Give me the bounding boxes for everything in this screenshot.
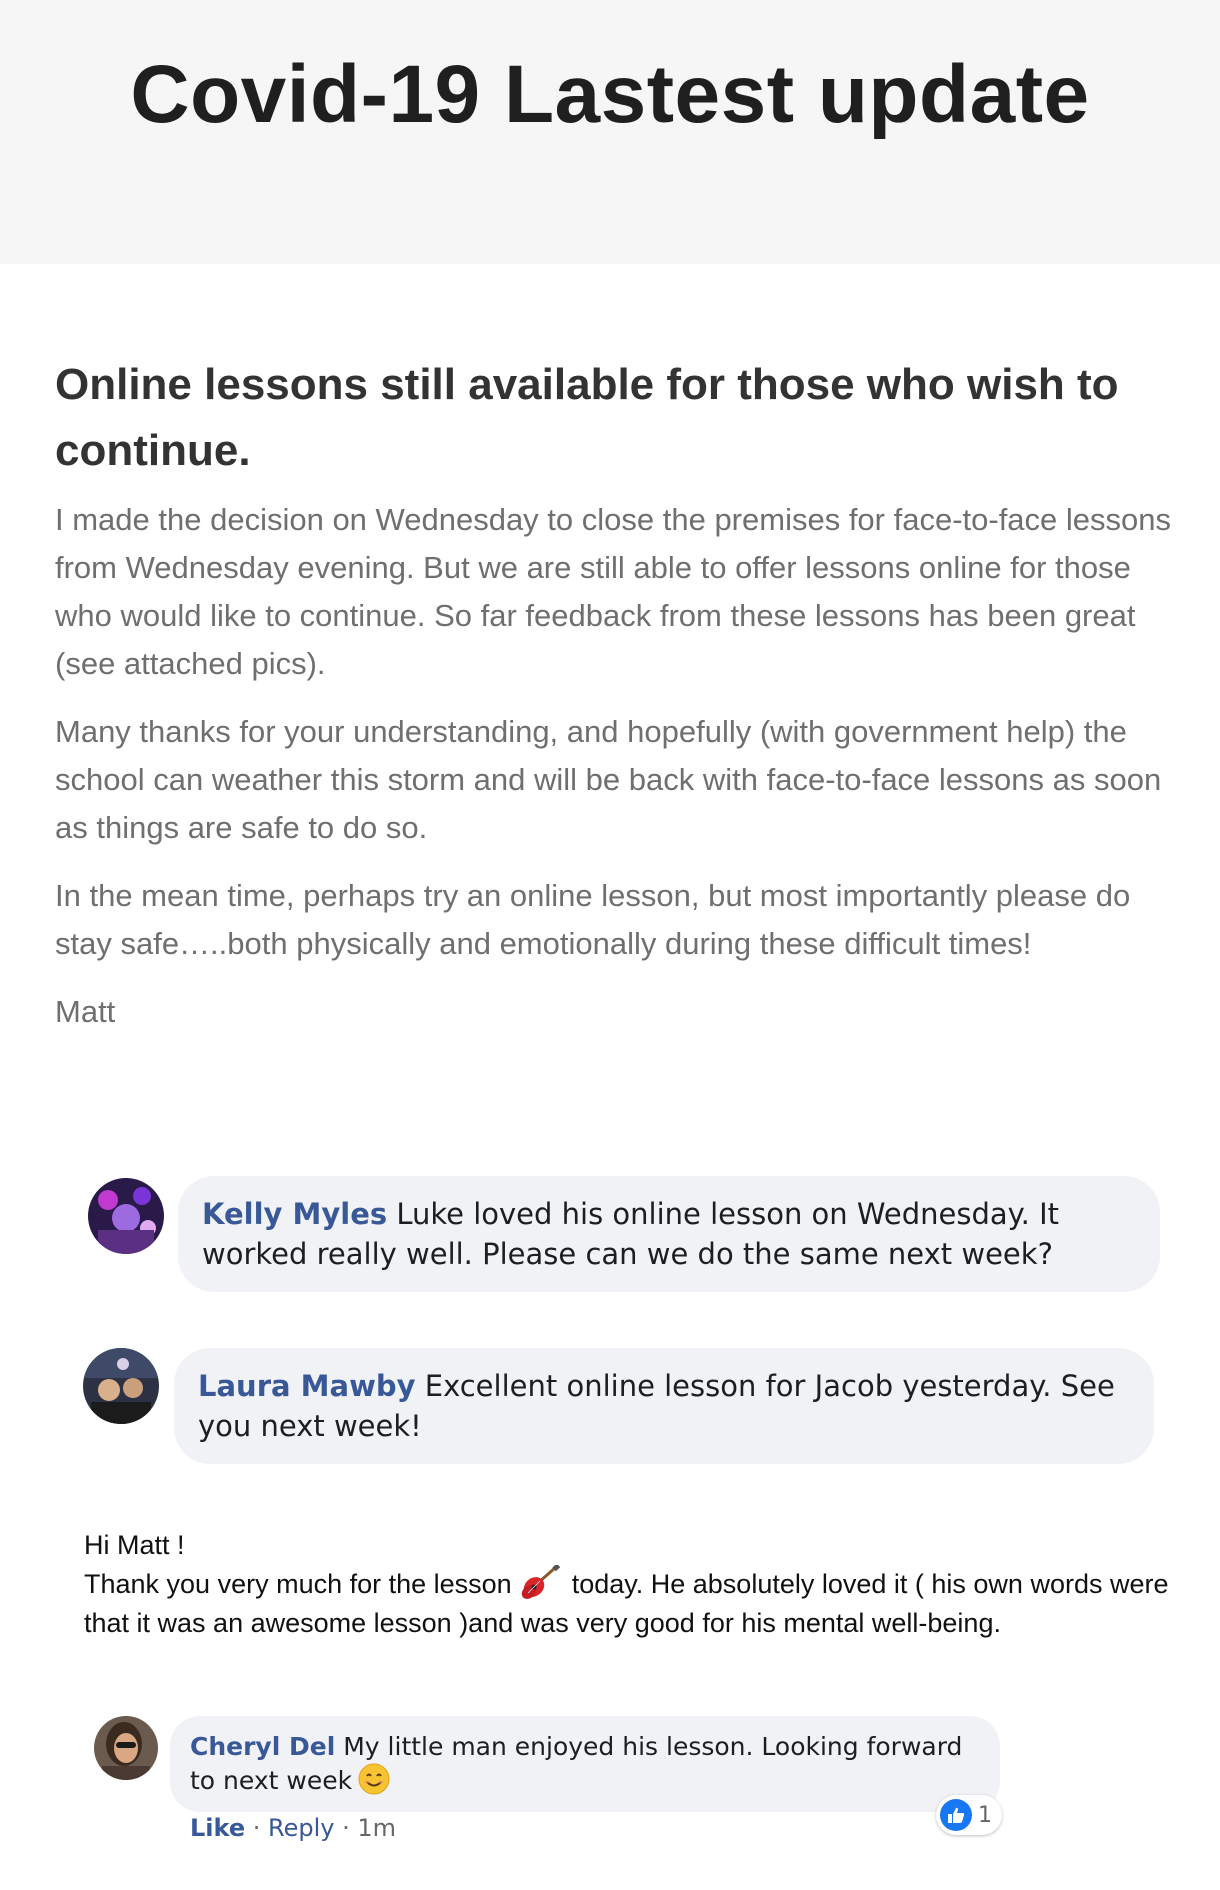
page-title: Covid-19 Lastest update — [130, 49, 1090, 140]
page: Covid-19 Lastest update Online lessons s… — [0, 0, 1220, 1890]
reaction-number: 1 — [978, 1802, 992, 1828]
article-heading: Online lessons still available for those… — [55, 360, 1119, 475]
thumbs-up-icon — [940, 1799, 972, 1831]
article: Online lessons still available for those… — [55, 352, 1175, 1036]
commenter-name[interactable]: Kelly Myles — [202, 1197, 387, 1231]
parent-message: Hi Matt ! Thank you very much for the le… — [84, 1526, 1194, 1643]
comment-actions: Like · Reply · 1m — [190, 1814, 396, 1842]
article-paragraph: I made the decision on Wednesday to clos… — [55, 502, 1172, 681]
smiling-face-icon — [358, 1763, 390, 1795]
avatar[interactable] — [83, 1348, 159, 1424]
avatar[interactable] — [88, 1178, 164, 1254]
commenter-name[interactable]: Laura Mawby — [198, 1369, 416, 1403]
article-signature: Matt — [55, 994, 116, 1029]
reply-link[interactable]: Reply — [268, 1814, 334, 1842]
page-header: Covid-19 Lastest update — [0, 0, 1220, 264]
comment-time[interactable]: 1m — [357, 1814, 396, 1842]
like-link[interactable]: Like — [190, 1814, 245, 1842]
guitar-icon — [520, 1563, 560, 1601]
separator: · — [245, 1814, 269, 1842]
comment-bubble: Laura Mawby Excellent online lesson for … — [174, 1348, 1154, 1464]
avatar[interactable] — [94, 1716, 158, 1780]
reaction-count[interactable]: 1 — [936, 1795, 1002, 1835]
comment-bubble: Cheryl Del My little man enjoyed his les… — [170, 1716, 1000, 1812]
separator: · — [334, 1814, 358, 1842]
article-paragraph: In the mean time, perhaps try an online … — [55, 878, 1131, 961]
message-greeting: Hi Matt ! — [84, 1530, 185, 1560]
commenter-name[interactable]: Cheryl Del — [190, 1732, 335, 1761]
message-text: Thank you very much for the lesson — [84, 1569, 512, 1599]
comment-bubble: Kelly Myles Luke loved his online lesson… — [178, 1176, 1160, 1292]
article-paragraph: Many thanks for your understanding, and … — [55, 714, 1162, 845]
